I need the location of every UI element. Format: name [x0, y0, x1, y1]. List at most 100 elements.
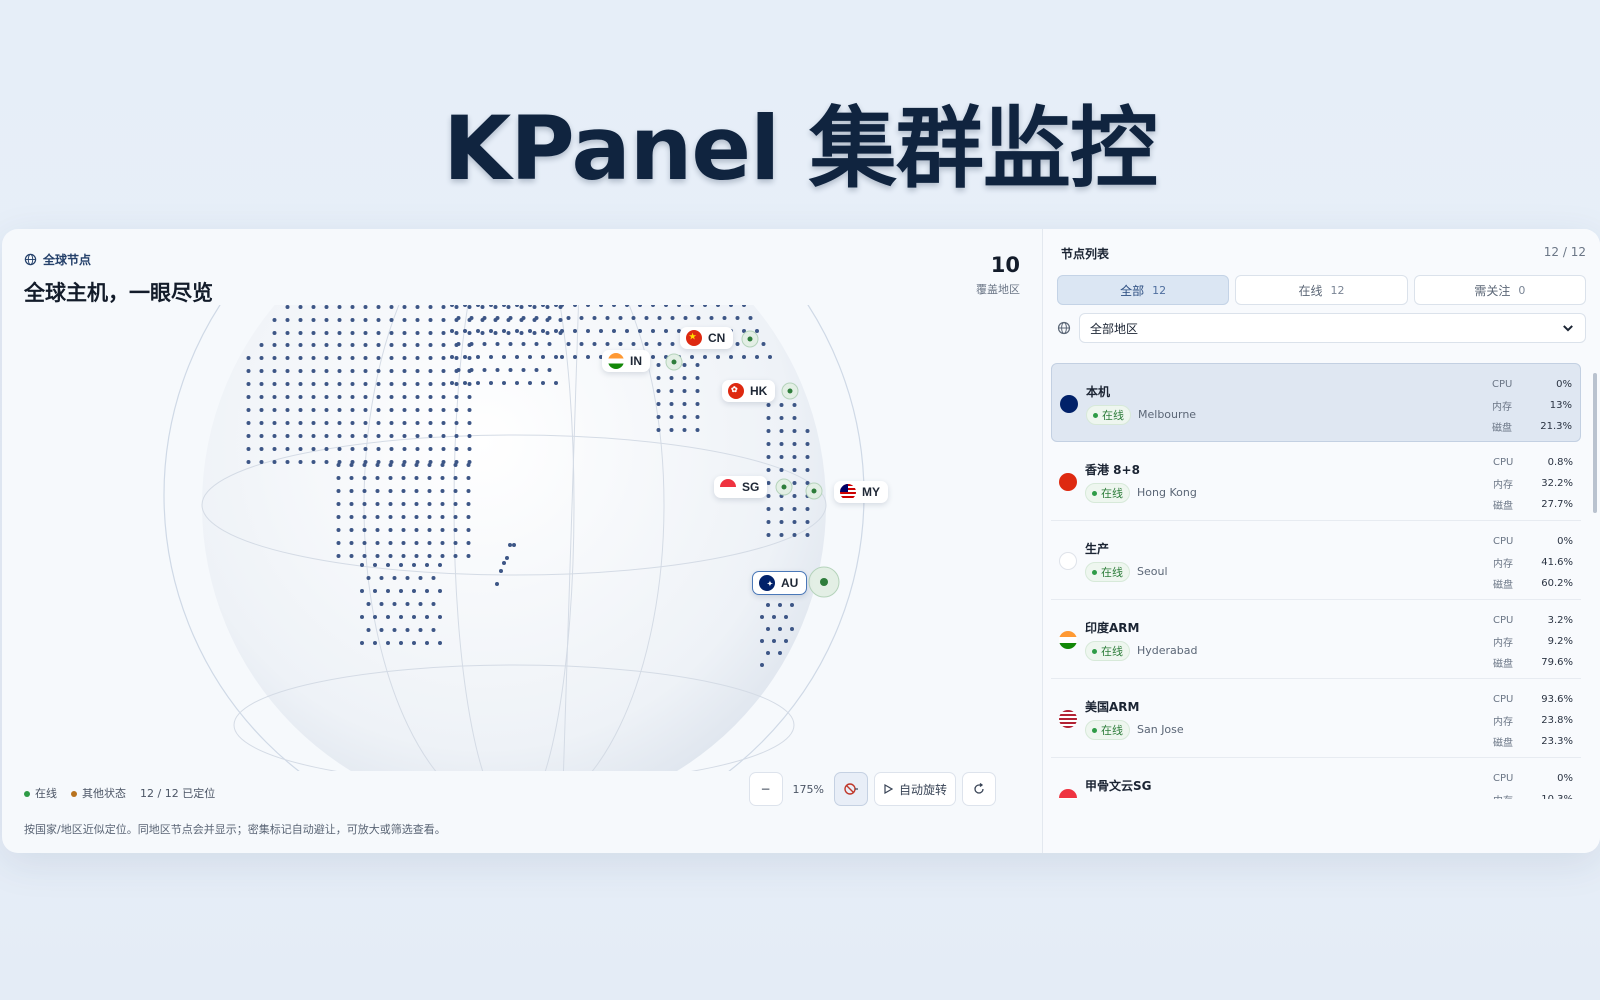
- zoom-out-button[interactable]: −: [748, 772, 783, 806]
- reset-view-button[interactable]: [962, 772, 996, 806]
- tab-count: 12: [1152, 283, 1167, 297]
- tab-all[interactable]: 全部 12: [1057, 275, 1230, 305]
- metric-cpu: CPU 93.6%: [1493, 694, 1573, 705]
- node-row[interactable]: 印度ARM 在线 Hyderabad CPU 3.2% 内存 9.2% 磁盘 79.6%: [1051, 600, 1581, 679]
- metric-mem: 内存 41.6%: [1493, 557, 1573, 570]
- breadcrumb: 全球节点: [24, 251, 91, 268]
- region-filter: 全部地区: [1057, 313, 1586, 343]
- node-list-scrollbar[interactable]: [1592, 363, 1598, 799]
- flag-hk-icon: ✿: [728, 383, 744, 399]
- hero-title: KPanel 集群监控: [443, 97, 1158, 200]
- node-list-count: 12 / 12: [1543, 245, 1586, 259]
- legend-other: 其他状态: [71, 785, 126, 801]
- online-dot-icon: [1092, 648, 1097, 654]
- flag-au-icon: ✦: [759, 575, 775, 591]
- other-dot-icon: [71, 791, 77, 797]
- located-count: 12 / 12 已定位: [140, 787, 216, 800]
- metric-cpu: CPU 0%: [1492, 379, 1572, 390]
- flag-hk-icon: [1059, 473, 1077, 491]
- online-dot-icon: [24, 791, 30, 797]
- no-label-icon: [844, 783, 858, 795]
- node-row[interactable]: 香港 8+8 在线 Hong Kong CPU 0.8% 内存 32.2% 磁盘 27.7%: [1051, 442, 1581, 521]
- metric-mem: 内存 23.8%: [1493, 715, 1573, 728]
- region-count-label: 覆盖地区: [976, 283, 1020, 296]
- map-note: 按国家/地区近似定位。同地区节点会并显示；密集标记自动避让，可放大或筛选查看。: [24, 823, 446, 836]
- node-name: 生产: [1085, 542, 1110, 556]
- status-badge: 在线: [1085, 483, 1130, 503]
- node-name: 美国ARM: [1085, 700, 1140, 714]
- marker-label: CN: [708, 331, 726, 345]
- chevron-down-icon: [1563, 325, 1573, 332]
- globe-map[interactable]: ★ CN IN ✿ HK SG MY ✦ AU: [2, 305, 1042, 771]
- node-metrics: CPU 0% 内存 41.6% 磁盘 60.2%: [1493, 531, 1573, 594]
- node-list: 本机 在线 Melbourne CPU 0% 内存 13% 磁盘 21.3% 香港 8+8 在线 Ho…: [1043, 359, 1589, 799]
- flag-us-icon: [1059, 710, 1077, 728]
- metric-disk: 磁盘 23.3%: [1493, 736, 1573, 749]
- node-list-panel: 节点列表 12 / 12 全部 12 在线 12 需关注 0 全部地区 本机 在线…: [1042, 229, 1600, 853]
- auto-rotate-button[interactable]: 自动旋转: [873, 772, 956, 806]
- metric-cpu: CPU 3.2%: [1493, 615, 1573, 626]
- region-select-value: 全部地区: [1090, 321, 1139, 336]
- node-city: Melbourne: [1138, 408, 1197, 421]
- metric-disk: 磁盘 21.3%: [1492, 421, 1572, 434]
- metric-mem: 内存10.3%: [1493, 789, 1573, 799]
- flag-au-icon: [1060, 395, 1078, 413]
- map-marker-cn[interactable]: ★ CN: [680, 327, 734, 349]
- flag-cn-icon: ★: [686, 330, 702, 346]
- map-marker-in[interactable]: IN: [602, 350, 650, 372]
- marker-label: IN: [630, 354, 642, 368]
- zoom-level: 175%: [792, 782, 824, 796]
- metric-cpu: CPU 0%: [1493, 773, 1573, 784]
- node-name: 香港 8+8: [1085, 463, 1140, 477]
- marker-label: SG: [742, 480, 760, 494]
- marker-label: MY: [862, 485, 880, 499]
- node-list-title: 节点列表: [1061, 247, 1110, 261]
- marker-label: AU: [781, 576, 799, 590]
- metric-cpu: CPU 0%: [1493, 536, 1573, 547]
- node-city: Hyderabad: [1137, 644, 1198, 657]
- node-row[interactable]: 美国ARM 在线 San Jose CPU 93.6% 内存 23.8% 磁盘 23.3%: [1051, 679, 1581, 758]
- online-dot-icon: [1092, 727, 1097, 733]
- tab-online[interactable]: 在线 12: [1235, 275, 1408, 305]
- node-metrics: CPU 0% 内存 13% 磁盘 21.3%: [1492, 374, 1572, 437]
- tab-label: 全部: [1120, 283, 1145, 298]
- map-marker-sg[interactable]: SG: [714, 476, 768, 498]
- status-tabs: 全部 12 在线 12 需关注 0: [1057, 275, 1586, 305]
- flag-sg-icon: [720, 479, 736, 495]
- play-icon: [884, 784, 893, 794]
- metric-disk: 磁盘 27.7%: [1493, 499, 1573, 512]
- node-metrics: CPU 3.2% 内存 9.2% 磁盘 79.6%: [1493, 610, 1573, 673]
- status-badge: 在线: [1085, 720, 1130, 740]
- metric-mem: 内存 32.2%: [1493, 478, 1573, 491]
- tab-attention[interactable]: 需关注 0: [1413, 275, 1586, 305]
- node-row[interactable]: 本机 在线 Melbourne CPU 0% 内存 13% 磁盘 21.3%: [1051, 363, 1581, 442]
- node-city: San Jose: [1137, 723, 1184, 736]
- region-count: 10: [990, 253, 1020, 277]
- status-badge: 在线: [1085, 562, 1130, 582]
- scroll-thumb[interactable]: [1593, 373, 1597, 513]
- hide-labels-button[interactable]: [833, 772, 868, 806]
- refresh-icon: [974, 782, 984, 794]
- status-badge: 在线: [1085, 641, 1130, 661]
- node-row[interactable]: 甲骨文云SG在线SingaporeCPU0%内存10.3%磁盘: [1051, 758, 1581, 799]
- metric-disk: 磁盘 79.6%: [1493, 657, 1573, 670]
- globe-canvas[interactable]: [2, 305, 1042, 771]
- map-marker-my[interactable]: MY: [834, 481, 888, 503]
- region-select[interactable]: 全部地区: [1079, 313, 1586, 343]
- node-row[interactable]: 生产 在线 Seoul CPU 0% 内存 41.6% 磁盘 60.2%: [1051, 521, 1581, 600]
- tab-label: 在线: [1298, 283, 1323, 298]
- node-name: 甲骨文云SG: [1085, 779, 1152, 793]
- flag-in-icon: [608, 353, 624, 369]
- metric-mem: 内存 13%: [1492, 400, 1572, 413]
- map-marker-au[interactable]: ✦ AU: [752, 571, 808, 595]
- globe-icon: [24, 253, 37, 266]
- node-metrics: CPU 93.6% 内存 23.8% 磁盘 23.3%: [1493, 689, 1573, 752]
- status-badge: 在线: [1086, 405, 1131, 425]
- metric-cpu: CPU 0.8%: [1493, 457, 1573, 468]
- map-marker-hk[interactable]: ✿ HK: [722, 380, 776, 402]
- tab-count: 12: [1330, 283, 1345, 297]
- flag-in-icon: [1059, 631, 1077, 649]
- metric-mem: 内存 9.2%: [1493, 636, 1573, 649]
- node-city: Hong Kong: [1137, 486, 1197, 499]
- globe-icon: [1057, 321, 1071, 335]
